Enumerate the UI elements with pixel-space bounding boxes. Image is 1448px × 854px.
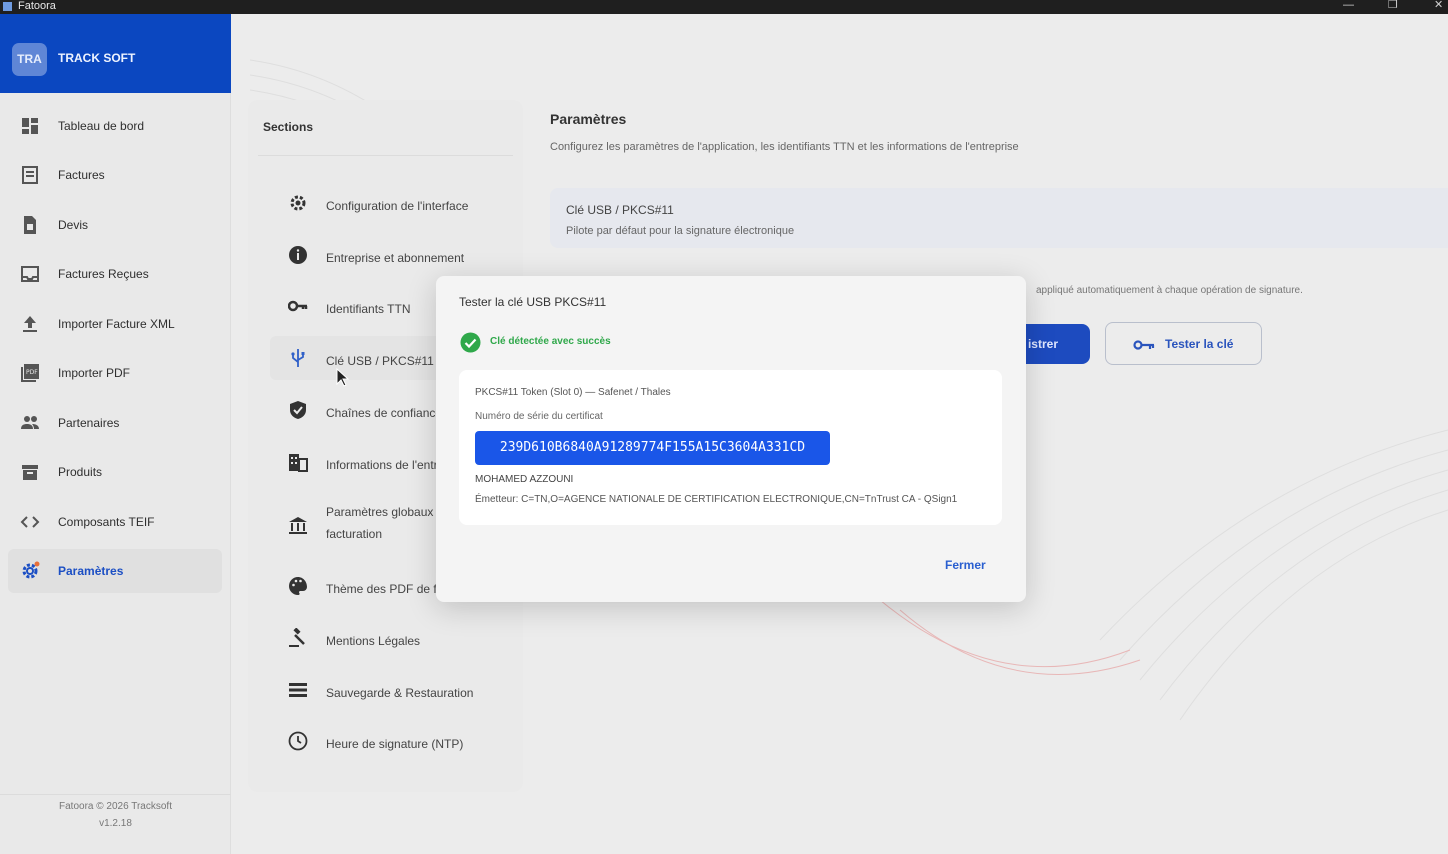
token-info: PKCS#11 Token (Slot 0) — Safenet / Thale… — [475, 387, 671, 398]
sidebar-item-import-xml[interactable]: Importer Facture XML — [8, 302, 222, 346]
invoice-icon — [22, 166, 38, 184]
pdf-icon: PDF — [21, 364, 39, 382]
gear-icon — [290, 195, 306, 211]
sidebar-item-products[interactable]: Produits — [8, 450, 222, 494]
success-message: Clé détectée avec succès — [490, 336, 611, 347]
page-subtitle: Configurez les paramètres de l'applicati… — [550, 141, 1019, 153]
auto-apply-note: appliqué automatiquement à chaque opérat… — [1036, 285, 1303, 296]
clock-icon — [288, 731, 308, 751]
sidebar-item-dashboard[interactable]: Tableau de bord — [8, 104, 222, 148]
section-item-interface[interactable]: Configuration de l'interface — [270, 181, 515, 225]
bank-icon — [289, 517, 307, 534]
section-item-label: Entreprise et abonnement — [326, 251, 465, 265]
card-title: Clé USB / PKCS#11 — [566, 203, 674, 217]
usb-pkcs11-card: Clé USB / PKCS#11 Pilote par défaut pour… — [550, 188, 1448, 248]
certificate-details: PKCS#11 Token (Slot 0) — Safenet / Thale… — [459, 370, 1002, 525]
sidebar-item-label: Composants TEIF — [58, 515, 155, 529]
svg-text:PDF: PDF — [26, 369, 38, 376]
certificate-holder: MOHAMED AZZOUNI — [475, 474, 574, 485]
sections-heading: Sections — [263, 120, 314, 134]
section-item-label: Mentions Légales — [326, 634, 421, 648]
people-icon — [21, 416, 39, 429]
restore-button[interactable]: ❐ — [1388, 0, 1398, 12]
minimize-button[interactable]: — — [1343, 0, 1354, 12]
info-icon — [289, 246, 307, 264]
page-title: Paramètres — [550, 111, 627, 127]
code-icon — [20, 516, 40, 528]
close-window-button[interactable]: ✕ — [1434, 0, 1443, 12]
sidebar-item-label: Devis — [58, 218, 89, 232]
upload-icon — [23, 316, 37, 332]
version-text: v1.2.18 — [99, 818, 132, 829]
check-circle-icon — [460, 332, 481, 353]
building-icon — [289, 454, 308, 472]
sidebar-item-received-invoices[interactable]: Factures Reçues — [8, 252, 222, 296]
key-icon — [288, 300, 308, 312]
quote-icon — [24, 216, 36, 234]
close-dialog-button[interactable]: Fermer — [945, 558, 986, 572]
sidebar-item-label: Partenaires — [58, 416, 120, 430]
sidebar-item-label: Importer PDF — [58, 366, 131, 380]
section-item-backup-restore[interactable]: Sauvegarde & Restauration — [270, 668, 515, 712]
dialog-title: Tester la clé USB PKCS#11 — [459, 295, 607, 309]
card-subtitle: Pilote par défaut pour la signature élec… — [566, 225, 795, 237]
dashboard-icon — [22, 118, 38, 134]
test-key-label: Tester la clé — [1165, 337, 1234, 351]
sidebar-item-label: Factures — [58, 168, 105, 182]
serial-number[interactable]: 239D610B6840A91289774F155A15C3604A331CD — [475, 431, 830, 465]
inbox-icon — [21, 266, 39, 282]
sidebar-item-label: Importer Facture XML — [58, 317, 175, 331]
sidebar-item-settings[interactable]: Paramètres — [8, 549, 222, 593]
mouse-cursor-icon — [336, 368, 350, 387]
certificate-issuer: Émetteur: C=TN,O=AGENCE NATIONALE DE CER… — [475, 494, 958, 505]
section-item-label: Configuration de l'interface — [326, 199, 469, 213]
gavel-icon — [289, 628, 305, 647]
sidebar-item-partners[interactable]: Partenaires — [8, 401, 222, 445]
usb-icon — [291, 349, 305, 367]
key-icon — [1133, 340, 1155, 350]
section-item-company-subscription[interactable]: Entreprise et abonnement — [270, 233, 515, 277]
section-item-label: Heure de signature (NTP) — [326, 737, 464, 751]
divider — [258, 155, 513, 156]
storage-icon — [289, 683, 307, 697]
sidebar-item-label: Tableau de bord — [58, 119, 145, 133]
section-item-label: Sauvegarde & Restauration — [326, 686, 474, 700]
test-usb-key-dialog: Tester la clé USB PKCS#11 Clé détectée a… — [436, 276, 1026, 602]
brand-name: TRACK SOFT — [58, 51, 136, 65]
app-icon — [3, 2, 12, 11]
window-titlebar: Fatoora — ❐ ✕ — [0, 0, 1448, 14]
sidebar-item-label: Produits — [58, 465, 103, 479]
palette-icon — [289, 577, 307, 595]
copyright-text: Fatoora © 2026 Tracksoft — [59, 801, 172, 812]
shield-icon — [290, 401, 306, 419]
sidebar: TRA TRACK SOFT Tableau de bord Factures … — [0, 14, 231, 854]
sidebar-item-invoices[interactable]: Factures — [8, 153, 222, 197]
section-item-legal-notices[interactable]: Mentions Légales — [270, 616, 515, 660]
brand-logo: TRA — [12, 43, 47, 76]
box-icon — [22, 465, 38, 480]
section-item-ntp-time[interactable]: Heure de signature (NTP) — [270, 719, 515, 763]
sidebar-item-teif-components[interactable]: Composants TEIF — [8, 500, 222, 544]
test-key-button[interactable]: Tester la clé — [1105, 322, 1262, 365]
gear-icon — [22, 561, 40, 579]
sidebar-item-label: Paramètres — [58, 564, 124, 578]
serial-label: Numéro de série du certificat — [475, 411, 603, 422]
sidebar-item-quotes[interactable]: Devis — [8, 203, 222, 247]
sidebar-footer: Fatoora © 2026 Tracksoft v1.2.18 — [0, 794, 231, 854]
sidebar-item-label: Factures Reçues — [58, 267, 149, 281]
sidebar-item-import-pdf[interactable]: PDF Importer PDF — [8, 351, 222, 395]
window-title: Fatoora — [18, 0, 56, 12]
brand-header: TRA TRACK SOFT — [0, 14, 231, 93]
